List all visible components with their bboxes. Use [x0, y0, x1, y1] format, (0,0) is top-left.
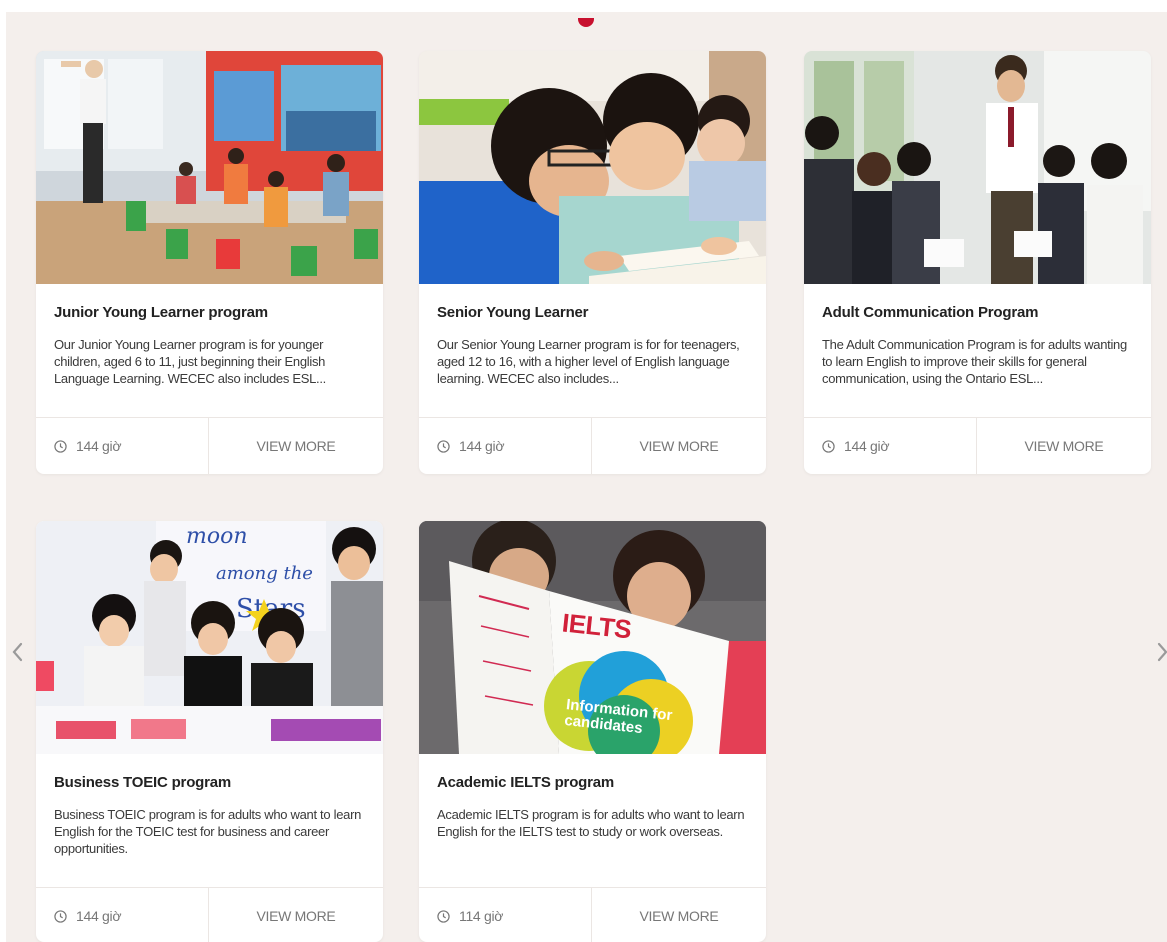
svg-text:among the: among the [216, 563, 313, 584]
course-title: Academic IELTS program [437, 774, 615, 791]
course-title: Junior Young Learner program [54, 304, 268, 321]
course-card-business-toeic: moon among the Stars Business TOEIC prog… [36, 521, 383, 942]
clock-icon [437, 440, 450, 453]
course-description: Our Senior Young Learner program is for … [437, 337, 740, 386]
course-hours-label: 144 giờ [76, 438, 122, 454]
course-footer: 144 giờ VIEW MORE [804, 417, 1151, 474]
clock-icon [437, 910, 450, 923]
course-hours: 144 giờ [54, 888, 122, 942]
course-photo: moon among the Stars [36, 521, 383, 754]
course-hours-label: 114 giờ [459, 908, 504, 924]
clock-icon [822, 440, 835, 453]
view-more-button[interactable]: VIEW MORE [209, 888, 383, 942]
course-hours: 144 giờ [437, 418, 505, 474]
course-hours: 114 giờ [437, 888, 503, 942]
course-title: Adult Communication Program [822, 304, 1039, 321]
view-more-button[interactable]: VIEW MORE [592, 418, 766, 474]
course-hours-label: 144 giờ [459, 438, 505, 454]
view-more-button[interactable]: VIEW MORE [977, 418, 1151, 474]
course-description: Our Junior Young Learner program is for … [54, 337, 326, 386]
course-card-academic-ielts: IELTS Information for candidates Academi… [419, 521, 766, 942]
course-card-senior-young-learner: Senior Young Learner Our Senior Young Le… [419, 51, 766, 474]
course-hours: 144 giờ [54, 418, 122, 474]
course-description: Business TOEIC program is for adults who… [54, 807, 362, 856]
course-hours-label: 144 giờ [844, 438, 890, 454]
course-photo [804, 51, 1151, 284]
clock-icon [54, 910, 67, 923]
view-more-button[interactable]: VIEW MORE [592, 888, 766, 942]
course-photo [419, 51, 766, 284]
chevron-right-icon[interactable] [1156, 639, 1167, 665]
course-card-adult-communication: Adult Communication Program The Adult Co… [804, 51, 1151, 474]
chevron-left-icon[interactable] [10, 639, 24, 665]
course-description: Academic IELTS program is for adults who… [437, 807, 745, 839]
svg-text:moon: moon [186, 524, 248, 549]
course-photo [36, 51, 383, 284]
course-hours: 144 giờ [822, 418, 890, 474]
course-title: Business TOEIC program [54, 774, 232, 791]
course-footer: 144 giờ VIEW MORE [36, 417, 383, 474]
course-footer: 144 giờ VIEW MORE [419, 417, 766, 474]
course-description: The Adult Communication Program is for a… [822, 337, 1127, 386]
course-footer: 114 giờ VIEW MORE [419, 887, 766, 942]
clock-icon [54, 440, 67, 453]
course-section: Junior Young Learner program Our Junior … [6, 12, 1167, 942]
course-card-junior-young-learner: Junior Young Learner program Our Junior … [36, 51, 383, 474]
course-footer: 144 giờ VIEW MORE [36, 887, 383, 942]
course-title: Senior Young Learner [437, 304, 589, 321]
view-more-button[interactable]: VIEW MORE [209, 418, 383, 474]
course-photo: IELTS Information for candidates [419, 521, 766, 754]
course-hours-label: 144 giờ [76, 908, 122, 924]
section-indicator-dot [578, 18, 594, 27]
